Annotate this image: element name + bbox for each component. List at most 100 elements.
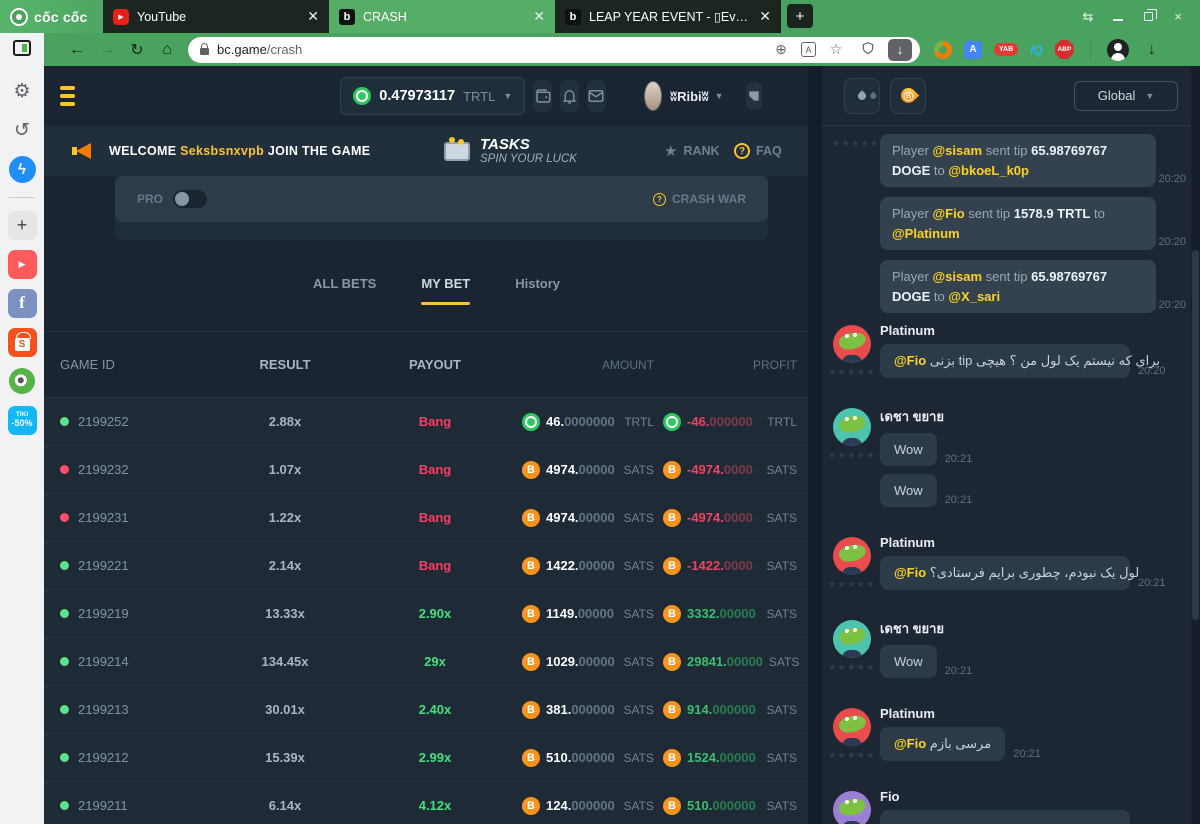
- download-page-button[interactable]: ↓: [888, 39, 912, 61]
- pro-toggle[interactable]: [173, 190, 207, 208]
- balance-selector[interactable]: 0.47973117 TRTL ▼: [340, 77, 525, 115]
- mention-link[interactable]: @Fio: [894, 565, 926, 580]
- browser-tab-bar: cốc cốc YouTube✕CRASH✕LEAP YEAR EVENT - …: [0, 0, 1200, 33]
- shopee-shortcut-icon[interactable]: S: [7, 327, 37, 357]
- iq-extension-icon[interactable]: IQ: [1030, 43, 1043, 57]
- mention-link[interactable]: @X_sari: [948, 289, 1000, 304]
- new-tab-button[interactable]: +: [787, 4, 813, 28]
- chevron-down-icon[interactable]: ▼: [715, 91, 724, 101]
- mention-link[interactable]: @bkoeL_k0p: [948, 163, 1029, 178]
- user-avatar[interactable]: [833, 791, 871, 824]
- mention-link[interactable]: @Fio: [894, 353, 926, 368]
- back-icon[interactable]: ←: [62, 41, 92, 59]
- close-button[interactable]: ×: [1170, 9, 1186, 25]
- chat-user-name[interactable]: Platinum: [880, 323, 1192, 338]
- user-avatar[interactable]: [833, 620, 871, 658]
- yab-extension-icon[interactable]: YAB: [994, 43, 1018, 56]
- lock-icon[interactable]: [200, 48, 209, 55]
- address-bar[interactable]: bc.game/crash ⊕ A ☆ ↓: [188, 37, 920, 63]
- menu-hamburger-icon[interactable]: [60, 86, 75, 106]
- user-avatar[interactable]: [833, 537, 871, 575]
- game-id[interactable]: 2199219: [78, 606, 129, 621]
- mention-link[interactable]: @sisam: [932, 143, 982, 158]
- chat-user-name[interactable]: เดชา ขยาย: [880, 406, 1192, 427]
- crash-war-link[interactable]: ? CRASH WAR: [653, 192, 746, 206]
- scrollbar-thumb[interactable]: [1192, 250, 1199, 620]
- chat-channel-select[interactable]: Global ▼: [1074, 81, 1178, 111]
- sidebar-toggle-icon[interactable]: [13, 40, 31, 56]
- treasure-chest-icon: [444, 142, 470, 161]
- tasks-entry[interactable]: TASKS SPIN YOUR LUCK: [444, 137, 577, 166]
- faq-entry[interactable]: ? FAQ: [734, 143, 782, 159]
- chat-message: ★★★★★Platinum@Fio فرستادی؟ برایم چطوری ن…: [822, 535, 1192, 590]
- user-avatar[interactable]: [833, 708, 871, 746]
- translate-page-icon[interactable]: A: [801, 42, 816, 57]
- chat-messages[interactable]: ★★★★★Player @sisam sent tip 65.98769767 …: [822, 127, 1192, 824]
- browser-tab[interactable]: CRASH✕: [329, 0, 555, 33]
- messenger-icon[interactable]: ϟ: [7, 154, 37, 184]
- reload-icon[interactable]: ↻: [122, 40, 152, 60]
- game-id[interactable]: 2199214: [78, 654, 129, 669]
- game-id[interactable]: 2199212: [78, 750, 129, 765]
- tab-close-icon[interactable]: ✕: [305, 8, 321, 25]
- rain-button[interactable]: [844, 78, 880, 114]
- game-id[interactable]: 2199252: [78, 414, 129, 429]
- chat-user-name[interactable]: Platinum: [880, 706, 1192, 721]
- avatar-column: ★★★★★: [830, 537, 874, 590]
- rank-entry[interactable]: ★ RANK: [664, 142, 720, 160]
- profile-avatar[interactable]: [1107, 39, 1129, 61]
- wallet-button[interactable]: [533, 80, 552, 112]
- translate-extension-icon[interactable]: A: [964, 41, 982, 59]
- bets-tab-all-bets[interactable]: ALL BETS: [313, 276, 376, 305]
- browser-brand-label: cốc cốc: [34, 9, 88, 25]
- chat-user-name[interactable]: เดชา ขยาย: [880, 618, 1192, 639]
- facebook-shortcut-icon[interactable]: f: [7, 288, 37, 318]
- browser-tab[interactable]: YouTube✕: [103, 0, 329, 33]
- page-scrollbar[interactable]: [1191, 66, 1200, 824]
- mention-link[interactable]: @Fio: [932, 206, 964, 221]
- home-icon[interactable]: ⌂: [152, 41, 182, 59]
- downloads-icon[interactable]: ↓: [1141, 41, 1163, 59]
- add-shortcut-button[interactable]: +: [7, 210, 37, 240]
- bookmark-star-icon[interactable]: ☆: [824, 41, 848, 58]
- game-id[interactable]: 2199211: [78, 798, 128, 813]
- shield-icon[interactable]: [856, 41, 880, 58]
- notifications-bell-button[interactable]: [560, 80, 579, 112]
- youtube-shortcut-icon[interactable]: [7, 249, 37, 279]
- game-id[interactable]: 2199213: [78, 702, 129, 717]
- mention-link[interactable]: @Platinum: [892, 226, 960, 241]
- game-id[interactable]: 2199231: [78, 510, 129, 525]
- tip-amount: 1578.9 TRTL: [1014, 206, 1091, 221]
- coccoc-extension-icon[interactable]: [934, 41, 952, 59]
- mention-link[interactable]: @Fio: [894, 736, 926, 751]
- restore-button[interactable]: [1140, 9, 1156, 25]
- tab-close-icon[interactable]: ✕: [531, 8, 547, 25]
- adblock-extension-icon[interactable]: ABP: [1055, 40, 1074, 59]
- pin-tabs-icon[interactable]: ⇆: [1080, 9, 1096, 25]
- bets-tab-my-bet[interactable]: MY BET: [421, 276, 470, 305]
- browser-tab[interactable]: LEAP YEAR EVENT - ▯Event - ✕: [555, 0, 781, 33]
- chat-user-name[interactable]: Fio: [880, 789, 1192, 804]
- game-id[interactable]: 2199221: [78, 558, 129, 573]
- mention-link[interactable]: @sisam: [932, 269, 982, 284]
- history-icon[interactable]: ↺: [7, 115, 37, 145]
- settings-gear-icon[interactable]: ⚙: [7, 76, 37, 106]
- coin-drop-button[interactable]: B: [890, 78, 926, 114]
- user-avatar[interactable]: [644, 81, 662, 111]
- minimize-button[interactable]: [1110, 9, 1126, 25]
- zoom-page-icon[interactable]: ⊕: [769, 41, 793, 58]
- user-name[interactable]: ʬRibiʬ: [670, 89, 708, 104]
- chat-toggle-button[interactable]: [746, 82, 762, 110]
- mail-button[interactable]: [587, 80, 606, 112]
- user-avatar[interactable]: [833, 408, 871, 446]
- status-dot: [60, 705, 69, 714]
- bets-tab-history[interactable]: History: [515, 276, 560, 305]
- coccoc-newtab-icon[interactable]: [7, 366, 37, 396]
- game-id[interactable]: 2199232: [78, 462, 129, 477]
- forward-icon[interactable]: →: [92, 41, 122, 59]
- bets-section: ALL BETSMY BETHistory GAME IDRESULTPAYOU…: [44, 240, 808, 824]
- chat-user-name[interactable]: Platinum: [880, 535, 1192, 550]
- user-avatar[interactable]: [833, 325, 871, 363]
- tiki-shortcut-icon[interactable]: TIKI-50%: [7, 405, 37, 435]
- tab-close-icon[interactable]: ✕: [757, 8, 773, 25]
